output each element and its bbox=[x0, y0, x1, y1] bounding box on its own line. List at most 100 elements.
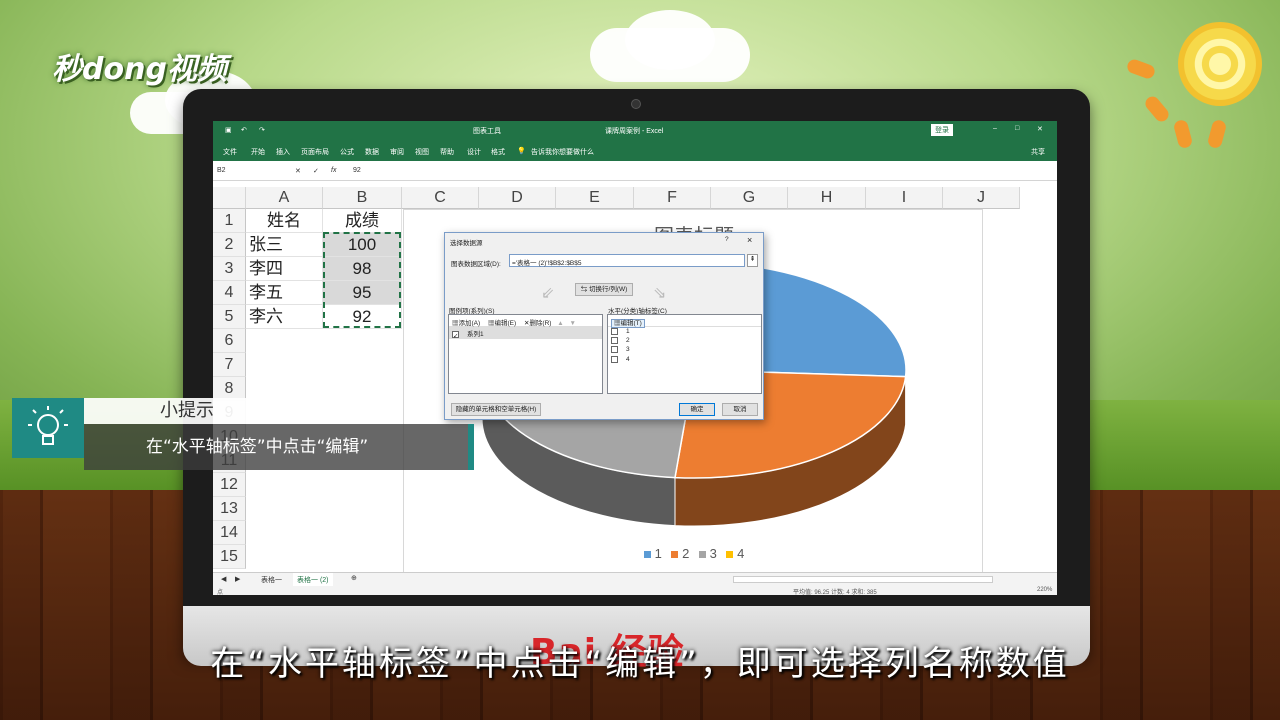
login-button[interactable]: 登录 bbox=[931, 124, 953, 136]
cloud bbox=[625, 10, 715, 70]
legend-item: 2 bbox=[682, 546, 690, 561]
tell-me-search[interactable]: 告诉我你想要做什么 bbox=[531, 147, 594, 157]
column-header[interactable]: D bbox=[479, 187, 556, 209]
add-series-button[interactable]: ▦添加(A) bbox=[452, 320, 480, 327]
scroll-left-icon[interactable]: ◀ bbox=[221, 575, 226, 583]
column-header[interactable]: A bbox=[246, 187, 323, 209]
column-header[interactable]: G bbox=[711, 187, 788, 209]
row-header[interactable]: 4 bbox=[213, 281, 246, 305]
axis-item[interactable]: 4 bbox=[608, 355, 761, 364]
window-title: 课牌周案例 - Excel bbox=[605, 128, 664, 135]
column-header[interactable]: B bbox=[323, 187, 402, 209]
name-cell[interactable]: 李五 bbox=[246, 281, 323, 305]
legend-item: 3 bbox=[709, 546, 717, 561]
header-cell-score[interactable]: 成绩 bbox=[323, 209, 402, 233]
range-collapse-icon[interactable]: ⇞ bbox=[747, 254, 758, 267]
tab-insert[interactable]: 插入 bbox=[276, 147, 290, 157]
range-input[interactable]: ='表格一 (2)'!$B$2:$B$5 bbox=[509, 254, 745, 267]
legend-swatch bbox=[698, 551, 706, 558]
dialog-close-button[interactable]: × bbox=[747, 235, 752, 245]
move-up-icon[interactable]: ▲ bbox=[557, 320, 563, 327]
sheet-tab[interactable]: 表格一 bbox=[261, 575, 282, 585]
row-header[interactable]: 5 bbox=[213, 305, 246, 329]
tab-formulas[interactable]: 公式 bbox=[340, 147, 354, 157]
axis-checkbox[interactable] bbox=[611, 337, 618, 345]
axis-item[interactable]: 2 bbox=[608, 336, 761, 345]
brand-logo: 秒dong视频 bbox=[52, 52, 227, 87]
minimize-icon[interactable]: – bbox=[993, 125, 997, 132]
legend-swatch bbox=[671, 551, 679, 558]
help-button[interactable]: ? bbox=[725, 236, 729, 243]
formula-bar: B2 ✕ ✓ fx 92 bbox=[213, 163, 1057, 181]
add-sheet-icon[interactable]: ⊕ bbox=[351, 574, 357, 582]
column-header[interactable]: F bbox=[634, 187, 711, 209]
edit-series-button[interactable]: ▦编辑(E) bbox=[488, 320, 516, 327]
name-cell[interactable]: 李四 bbox=[246, 257, 323, 281]
dialog-title: 选择数据源 bbox=[450, 240, 483, 247]
delete-series-button[interactable]: ✕删除(R) bbox=[524, 320, 551, 327]
save-icon[interactable]: ▣ bbox=[225, 126, 232, 134]
select-data-source-dialog: 选择数据源 ? × 图表数据区域(D): ='表格一 (2)'!$B$2:$B$… bbox=[444, 232, 764, 420]
tab-home[interactable]: 开始 bbox=[251, 147, 265, 157]
tip-body: 在“水平轴标签”中点击“编辑” bbox=[84, 424, 474, 470]
undo-icon[interactable]: ↶ bbox=[241, 126, 247, 134]
tab-file[interactable]: 文件 bbox=[223, 147, 237, 157]
name-cell[interactable]: 张三 bbox=[246, 233, 323, 257]
tab-view[interactable]: 视图 bbox=[415, 147, 429, 157]
axis-item[interactable]: 1 bbox=[608, 327, 761, 336]
lightbulb-icon bbox=[12, 398, 84, 458]
row-header[interactable]: 15 bbox=[213, 545, 246, 569]
select-all-corner[interactable] bbox=[213, 187, 246, 209]
scroll-right-icon[interactable]: ▶ bbox=[235, 575, 240, 583]
chart-legend[interactable]: 1 2 3 4 bbox=[644, 546, 764, 561]
redo-icon[interactable]: ↷ bbox=[259, 126, 265, 134]
row-header[interactable]: 12 bbox=[213, 473, 246, 497]
row-header[interactable]: 7 bbox=[213, 353, 246, 377]
name-cell[interactable]: 李六 bbox=[246, 305, 323, 329]
header-cell-name[interactable]: 姓名 bbox=[246, 209, 323, 233]
tab-page-layout[interactable]: 页面布局 bbox=[301, 147, 329, 157]
horizontal-scrollbar[interactable] bbox=[733, 576, 993, 583]
axis-checkbox[interactable] bbox=[611, 328, 618, 335]
excel-window: ▣ ↶ ↷ 图表工具 课牌周案例 - Excel 登录 – □ ✕ 文件 开始 … bbox=[213, 121, 1057, 595]
function-icon[interactable]: fx bbox=[331, 167, 336, 174]
column-header[interactable]: H bbox=[788, 187, 866, 209]
axis-item[interactable]: 3 bbox=[608, 345, 761, 354]
series-checkbox[interactable]: ✓ bbox=[452, 330, 459, 340]
series-item[interactable]: ✓ 系列1 bbox=[449, 327, 602, 340]
switch-row-column-button[interactable]: ⇆ 切换行/列(W) bbox=[575, 283, 633, 296]
cancel-formula-icon[interactable]: ✕ bbox=[295, 167, 301, 175]
name-box[interactable]: B2 bbox=[217, 167, 273, 174]
status-bar: 点 平均值: 96.25 计数: 4 求和: 385 220% bbox=[213, 586, 1057, 595]
row-header[interactable]: 6 bbox=[213, 329, 246, 353]
cancel-button[interactable]: 取消 bbox=[722, 403, 758, 416]
enter-formula-icon[interactable]: ✓ bbox=[313, 167, 319, 175]
tab-data[interactable]: 数据 bbox=[365, 147, 379, 157]
row-header[interactable]: 1 bbox=[213, 209, 246, 233]
row-header[interactable]: 14 bbox=[213, 521, 246, 545]
tip-banner: 小提示 在“水平轴标签”中点击“编辑” bbox=[12, 398, 474, 471]
column-header[interactable]: J bbox=[943, 187, 1020, 209]
share-button[interactable]: 共享 bbox=[1031, 147, 1045, 157]
copy-marquee bbox=[323, 232, 401, 328]
axis-edit-button[interactable]: ▦编辑(T) bbox=[611, 319, 645, 328]
formula-input[interactable]: 92 bbox=[353, 167, 361, 174]
tab-help[interactable]: 帮助 bbox=[440, 147, 454, 157]
close-icon[interactable]: ✕ bbox=[1037, 125, 1043, 133]
column-header[interactable]: E bbox=[556, 187, 634, 209]
tab-review[interactable]: 审阅 bbox=[390, 147, 404, 157]
move-down-icon[interactable]: ▼ bbox=[570, 320, 576, 327]
row-header[interactable]: 3 bbox=[213, 257, 246, 281]
restore-icon[interactable]: □ bbox=[1015, 125, 1019, 132]
tab-design[interactable]: 设计 bbox=[467, 147, 481, 157]
legend-swatch bbox=[644, 551, 651, 558]
axis-checkbox[interactable] bbox=[611, 355, 618, 363]
tab-format[interactable]: 格式 bbox=[491, 147, 505, 157]
column-header[interactable]: C bbox=[402, 187, 479, 209]
axis-checkbox[interactable] bbox=[611, 346, 618, 354]
column-header[interactable]: I bbox=[866, 187, 943, 209]
row-header[interactable]: 2 bbox=[213, 233, 246, 257]
row-header[interactable]: 13 bbox=[213, 497, 246, 521]
ok-button[interactable]: 确定 bbox=[679, 403, 715, 416]
zoom-level[interactable]: 220% bbox=[1037, 587, 1052, 593]
